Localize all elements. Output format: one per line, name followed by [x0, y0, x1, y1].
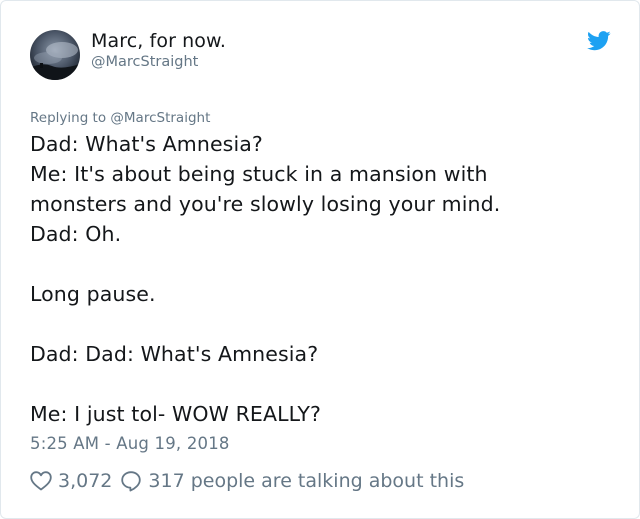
tweet-line: [30, 249, 620, 279]
heart-icon[interactable]: [30, 471, 52, 491]
twitter-bird-icon[interactable]: [587, 31, 611, 51]
timestamp-link[interactable]: 5:25 AM - Aug 19, 2018: [30, 434, 230, 453]
tweet-line: Me: It's about being stuck in a mansion …: [30, 162, 488, 186]
tweet-line: [30, 309, 620, 339]
like-count[interactable]: 3,072: [58, 470, 112, 492]
tweet-card: Marc, for now. @MarcStraight Replying to…: [0, 0, 640, 519]
replying-to-prefix: Replying to: [30, 110, 111, 126]
tweet-line: monsters and you're slowly losing your m…: [30, 192, 501, 216]
avatar[interactable]: [30, 30, 80, 80]
author-display-name[interactable]: Marc, for now.: [91, 30, 226, 52]
replying-to-user-link[interactable]: @MarcStraight: [110, 110, 210, 126]
tweet-text: Dad: What's Amnesia? Me: It's about bein…: [30, 129, 620, 429]
author-handle[interactable]: @MarcStraight: [91, 54, 198, 70]
speech-bubble-icon[interactable]: [120, 470, 142, 492]
tweet-line: Me: I just tol- WOW REALLY?: [30, 402, 322, 426]
tweet-line: Long pause.: [30, 282, 156, 306]
talking-count-link[interactable]: 317 people are talking about this: [148, 470, 464, 492]
tweet-line: Dad: What's Amnesia?: [30, 132, 263, 156]
tweet-line: Dad: Dad: What's Amnesia?: [30, 342, 319, 366]
tweet-line: [30, 369, 620, 399]
tweet-line: Dad: Oh.: [30, 222, 122, 246]
tweet-actions: 3,072 317 people are talking about this: [30, 468, 464, 494]
avatar-image: [30, 30, 80, 80]
replying-to: Replying to @MarcStraight: [30, 110, 210, 126]
